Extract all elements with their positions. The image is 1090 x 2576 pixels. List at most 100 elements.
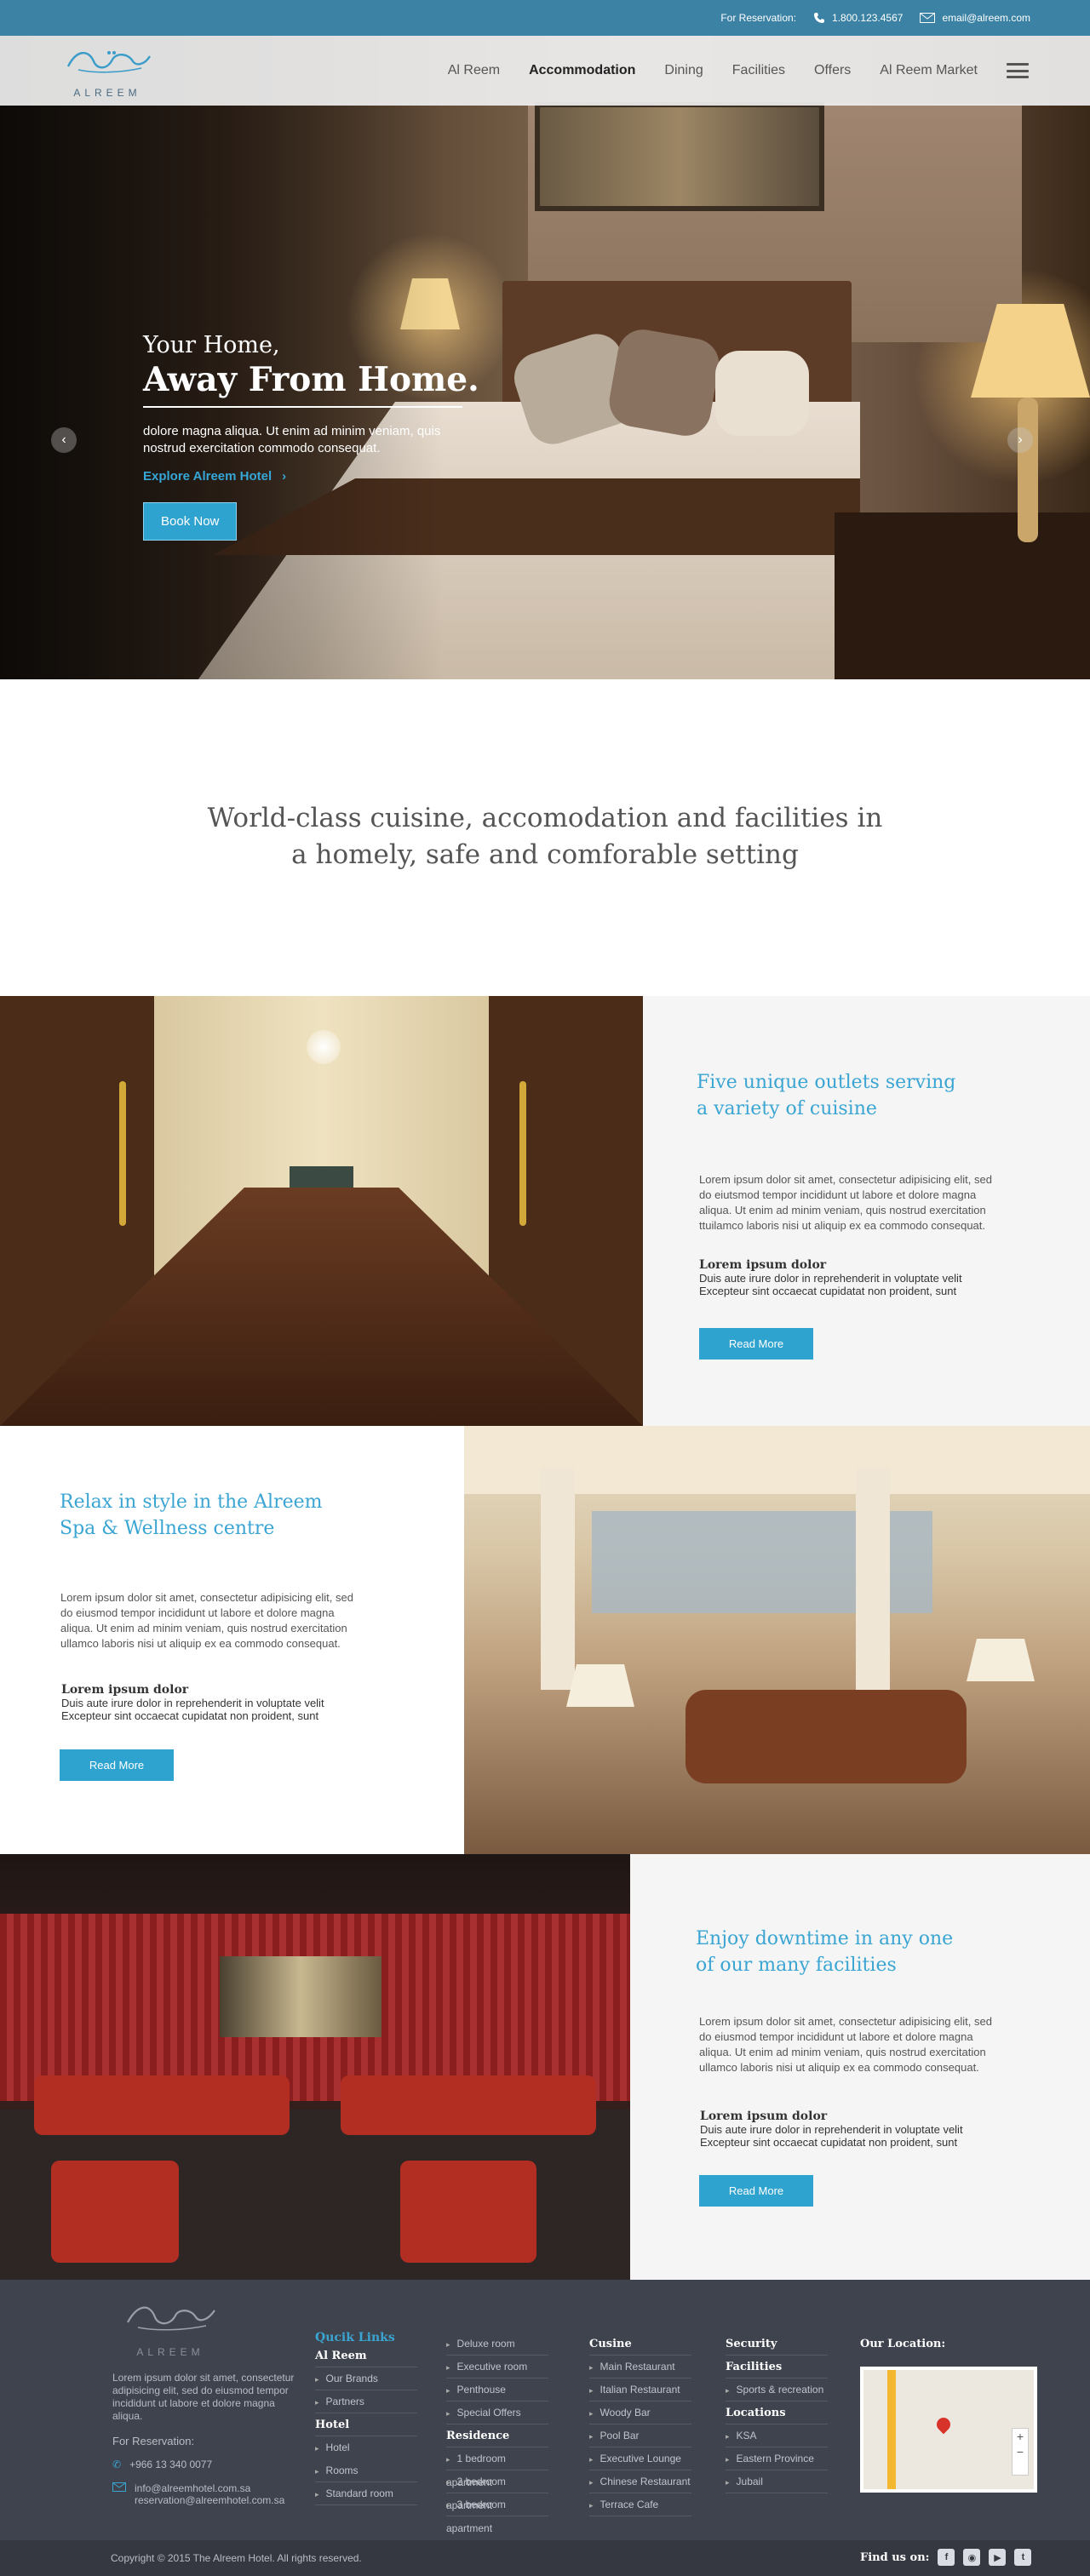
footer-link[interactable]: Chinese Restaurant [589, 2470, 691, 2493]
copyright-text: Copyright © 2015 The Alreem Hotel. All r… [111, 2552, 362, 2564]
logo[interactable]: ALREEM [60, 44, 155, 99]
find-us-label: Find us on: [860, 2550, 930, 2564]
nav-item-offers[interactable]: Offers [814, 63, 851, 78]
site-header: ALREEM Al Reem Accommodation Dining Faci… [0, 36, 1090, 106]
instagram-icon[interactable]: ◉ [963, 2549, 981, 2566]
location-title: Our Location: [860, 2338, 946, 2350]
footer-link[interactable]: Partners [315, 2390, 417, 2413]
footer-group-al-reem[interactable]: Al Reem [315, 2344, 417, 2367]
footer-link[interactable]: Standard room [315, 2482, 417, 2505]
chevron-left-icon[interactable]: ‹ [51, 427, 77, 453]
quick-links-title: Qucik Links [315, 2331, 395, 2344]
footer-link[interactable]: Executive room [446, 2356, 548, 2379]
hero-title-line1: Your Home, [143, 332, 280, 358]
footer-link[interactable]: Special Offers [446, 2401, 548, 2424]
map-pin-icon[interactable] [933, 2414, 954, 2435]
footer-link[interactable]: Penthouse [446, 2379, 548, 2401]
footer-email-reservation[interactable]: reservation@alreemhotel.com.sa [135, 2494, 284, 2506]
feature-heading-line1: Enjoy downtime in any one [696, 1928, 954, 1949]
read-more-button[interactable]: Read More [699, 1328, 813, 1360]
zoom-out-icon[interactable]: − [1013, 2444, 1028, 2459]
nav-item-facilities[interactable]: Facilities [732, 63, 785, 78]
hero-pillow [715, 351, 809, 436]
feature-heading: Relax in style in the Alreem Spa & Welln… [60, 1489, 323, 1542]
corridor-image [0, 996, 643, 1426]
hero-painting [535, 102, 824, 211]
cinema-seat [400, 2161, 536, 2263]
cinema-seat [51, 2161, 179, 2263]
footer-col-location: Our Location: [860, 2333, 962, 2356]
zoom-in-icon[interactable]: + [1013, 2429, 1028, 2444]
footer-phone: ✆ +966 13 340 0077 [112, 2459, 212, 2470]
logo-mark-icon [66, 51, 152, 73]
feature-heading-line2: a variety of cuisine [697, 1098, 877, 1119]
hamburger-icon[interactable] [1007, 63, 1029, 78]
map-road [887, 2370, 896, 2489]
footer-group-locations[interactable]: Locations [726, 2401, 828, 2424]
chevron-right-icon[interactable]: › [1007, 427, 1033, 453]
footer-group-facilities[interactable]: Facilities [726, 2356, 828, 2379]
footer-link[interactable]: Jubail [726, 2470, 828, 2493]
location-map[interactable]: + − [860, 2367, 1037, 2493]
social-links: Find us on: f ◉ ▶ t [860, 2549, 1032, 2566]
footer-phone-number[interactable]: +966 13 340 0077 [129, 2459, 212, 2470]
footer-link[interactable]: 1 bedroom apartment [446, 2447, 548, 2488]
footer-link[interactable]: Sports & recreation [726, 2379, 828, 2401]
footer-email-info[interactable]: info@alreemhotel.com.sa [135, 2482, 250, 2494]
footer-link[interactable]: Our Brands [315, 2367, 417, 2390]
footer-link[interactable]: Italian Restaurant [589, 2379, 691, 2401]
feature-sub-title: Lorem ipsum dolor [61, 1683, 189, 1697]
footer-col-cusine: Cusine Main Restaurant Italian Restauran… [589, 2333, 691, 2516]
twitter-icon[interactable]: t [1014, 2549, 1032, 2566]
map-zoom-control[interactable]: + − [1012, 2428, 1029, 2476]
footer-link[interactable]: 2 bedroom apartment [446, 2470, 548, 2511]
footer-link[interactable]: Terrace Cafe [589, 2493, 691, 2516]
cinema-seat-row [341, 2075, 596, 2135]
nav-item-dining[interactable]: Dining [664, 63, 703, 78]
footer-group-residence[interactable]: Residence [446, 2424, 548, 2447]
hero-pillow [605, 325, 724, 440]
footer-group-hotel[interactable]: Hotel [315, 2413, 417, 2436]
lounge-image [464, 1426, 1090, 1854]
envelope-icon [920, 13, 936, 23]
topbar-phone[interactable]: 1.800.123.4567 [832, 12, 903, 24]
topbar-email[interactable]: email@alreem.com [942, 12, 1030, 24]
intro-section: World-class cuisine, accomodation and fa… [0, 679, 1090, 996]
youtube-icon[interactable]: ▶ [989, 2549, 1007, 2566]
cinema-image [0, 1854, 630, 2280]
logo-wordmark: ALREEM [73, 87, 141, 99]
footer-link[interactable]: Pool Bar [589, 2424, 691, 2447]
site-footer: ALREEM Lorem ipsum dolor sit amet, conse… [0, 2280, 1090, 2576]
feature-heading: Enjoy downtime in any one of our many fa… [696, 1926, 953, 1978]
footer-group-security[interactable]: Security [726, 2333, 828, 2356]
nav-item-accommodation[interactable]: Accommodation [529, 63, 635, 78]
footer-link[interactable]: Eastern Province [726, 2447, 828, 2470]
lounge-lamp [566, 1664, 634, 1707]
feature-body: Lorem ipsum dolor sit amet, consectetur … [699, 2015, 992, 2074]
footer-col-facilities: Security Facilities Sports & recreation … [726, 2333, 828, 2493]
footer-link[interactable]: Rooms [315, 2459, 417, 2482]
book-now-button[interactable]: Book Now [143, 502, 238, 541]
lounge-pillar [541, 1468, 575, 1690]
read-more-button[interactable]: Read More [699, 2175, 813, 2207]
reservation-label: For Reservation: [720, 12, 797, 24]
footer-logo[interactable]: ALREEM [119, 2298, 221, 2358]
footer-col-quick-links: Qucik Links Al Reem Our Brands Partners … [315, 2331, 417, 2505]
read-more-button[interactable]: Read More [60, 1749, 174, 1781]
footer-link[interactable]: KSA [726, 2424, 828, 2447]
nav-item-al-reem-market[interactable]: Al Reem Market [880, 63, 978, 78]
footer-link[interactable]: 3 bedroom apartment [446, 2493, 548, 2534]
door-handle [119, 1081, 126, 1226]
footer-group-cusine[interactable]: Cusine [589, 2333, 691, 2356]
footer-link[interactable]: Woody Bar [589, 2401, 691, 2424]
footer-link[interactable]: Main Restaurant [589, 2356, 691, 2379]
nav-item-al-reem[interactable]: Al Reem [448, 63, 500, 78]
feature-row-cuisine: Five unique outlets serving a variety of… [0, 996, 1090, 1426]
explore-link[interactable]: Explore Alreem Hotel › [143, 469, 518, 484]
feature-heading-line1: Five unique outlets serving [697, 1072, 956, 1093]
footer-link[interactable]: Executive Lounge [589, 2447, 691, 2470]
feature-sub-title: Lorem ipsum dolor [699, 1258, 827, 1272]
footer-link[interactable]: Deluxe room [446, 2333, 548, 2356]
facebook-icon[interactable]: f [938, 2549, 955, 2566]
footer-link[interactable]: Hotel [315, 2436, 417, 2459]
